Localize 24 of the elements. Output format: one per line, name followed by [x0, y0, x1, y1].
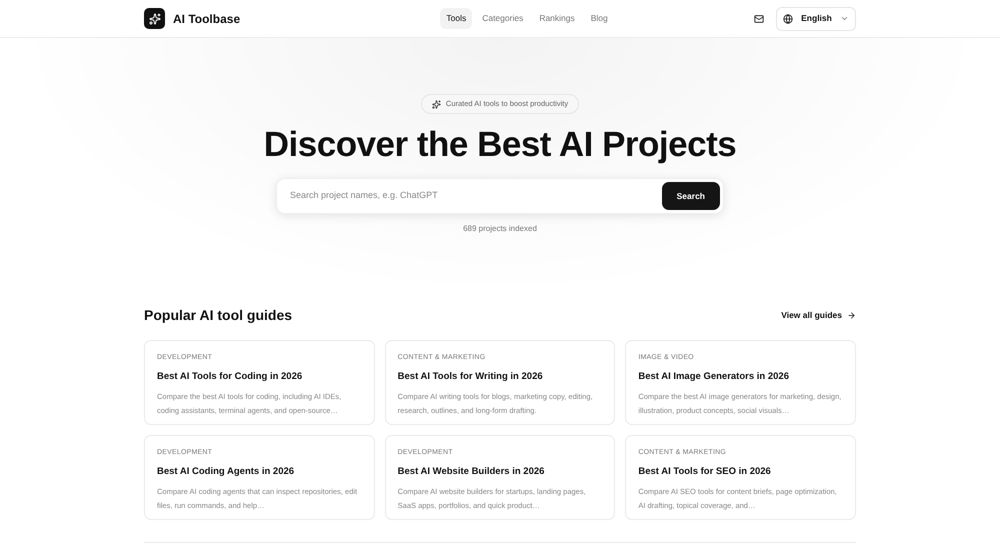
mail-icon[interactable]	[754, 14, 764, 24]
sparkles-icon	[432, 100, 441, 108]
card-title: Best AI Tools for SEO in 2026	[638, 464, 772, 478]
nav-tab[interactable]: Categories	[476, 8, 530, 29]
brand-name[interactable]: AI Toolbase	[173, 10, 240, 28]
card-title: Best AI Tools for Writing in 2026	[398, 370, 544, 384]
view-all-link[interactable]: View all guides	[781, 309, 856, 322]
card-title: Best AI Coding Agents in 2026	[157, 464, 296, 478]
card-title: Best AI Image Generators in 2026	[638, 370, 790, 384]
card-title: Best AI Website Builders in 2026	[398, 464, 546, 478]
nav-tab[interactable]: Blog	[584, 8, 614, 29]
chevron-down-icon	[840, 14, 849, 23]
search-field[interactable]: Search project names, e.g. ChatGPT Search	[276, 178, 724, 214]
section-title: Popular AI tool guides	[144, 306, 292, 325]
hero-title: Discover the Best AI Projects	[264, 124, 736, 166]
card-title: Best AI Tools for Coding in 2026	[157, 370, 304, 384]
search-button[interactable]: Search	[662, 182, 720, 210]
nav-tab[interactable]: Tools	[440, 8, 472, 29]
logo-icon[interactable]	[144, 8, 165, 29]
project-count: 689 projects indexed	[463, 223, 537, 235]
arrow-right-icon	[847, 311, 856, 320]
globe-icon	[783, 14, 793, 24]
language-dropdown[interactable]: English	[776, 6, 856, 30]
nav-tab[interactable]: Rankings	[533, 8, 581, 29]
